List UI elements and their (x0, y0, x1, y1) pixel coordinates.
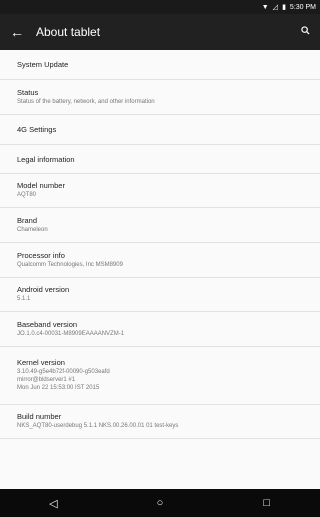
nav-recents-icon[interactable]: □ (247, 497, 287, 509)
nav-back-icon[interactable]: ◁ (33, 497, 73, 510)
list-item-4g-settings[interactable]: 4G Settings (0, 115, 320, 145)
item-subtitle: 3.10.49-g5e4b72f-00090-g503eafd mirror@b… (17, 369, 110, 391)
nav-home-icon[interactable]: ○ (140, 497, 180, 509)
item-subtitle: AQT80 (17, 192, 37, 199)
list-item-system-update[interactable]: System Update (0, 50, 320, 80)
item-title: Status (17, 87, 39, 97)
item-subtitle: Chameleon (17, 226, 48, 233)
signal-icon: ◿ (272, 4, 279, 11)
item-title: Build number (17, 412, 62, 422)
item-title: Baseband version (17, 319, 78, 329)
item-title: Legal information (17, 154, 75, 164)
search-icon[interactable] (301, 26, 310, 38)
item-subtitle: Status of the battery, network, and othe… (17, 98, 155, 105)
item-title: Processor info (17, 250, 65, 260)
item-title: Android version (17, 285, 70, 295)
item-subtitle: 5.1.1 (17, 296, 31, 303)
wifi-icon: ▼ (261, 3, 269, 11)
list-item-legal-information[interactable]: Legal information (0, 145, 320, 174)
page-title: About tablet (36, 25, 101, 39)
list-item-build-number[interactable]: Build number NKS_AQT80-userdebug 5.1.1 N… (0, 405, 320, 439)
battery-icon: ▮ (282, 4, 286, 11)
list-item-processor-info[interactable]: Processor info Qualcomm Technologies, In… (0, 243, 320, 278)
list-item-baseband-version[interactable]: Baseband version JO.1.0.c4-00031-M8909EA… (0, 312, 320, 347)
list-item-android-version[interactable]: Android version 5.1.1 (0, 278, 320, 312)
list-item-model-number[interactable]: Model number AQT80 (0, 174, 320, 208)
list-item-kernel-version[interactable]: Kernel version 3.10.49-g5e4b72f-00090-g5… (0, 347, 320, 405)
item-title: System Update (17, 60, 69, 69)
arrow-back-icon[interactable]: ← (10, 24, 36, 40)
status-bar: ▼ ◿ ▮ 5:30 PM (0, 0, 320, 14)
settings-list: System Update Status Status of the batte… (0, 50, 320, 439)
item-title: 4G Settings (17, 125, 57, 134)
list-item-brand[interactable]: Brand Chameleon (0, 208, 320, 243)
navigation-bar: ◁ ○ □ (0, 489, 320, 517)
list-item-status[interactable]: Status Status of the battery, network, a… (0, 80, 320, 115)
item-subtitle: NKS_AQT80-userdebug 5.1.1 NKS.00.26.00.0… (17, 423, 179, 430)
app-bar: ← About tablet (0, 14, 320, 50)
item-subtitle: Qualcomm Technologies, Inc MSM8909 (17, 261, 123, 268)
item-title: Model number (17, 181, 65, 191)
item-title: Brand (17, 215, 38, 225)
item-title: Kernel version (17, 358, 65, 368)
status-time: 5:30 PM (289, 3, 316, 11)
item-subtitle: JO.1.0.c4-00031-M8909EAAAANVZM-1 (17, 330, 125, 337)
